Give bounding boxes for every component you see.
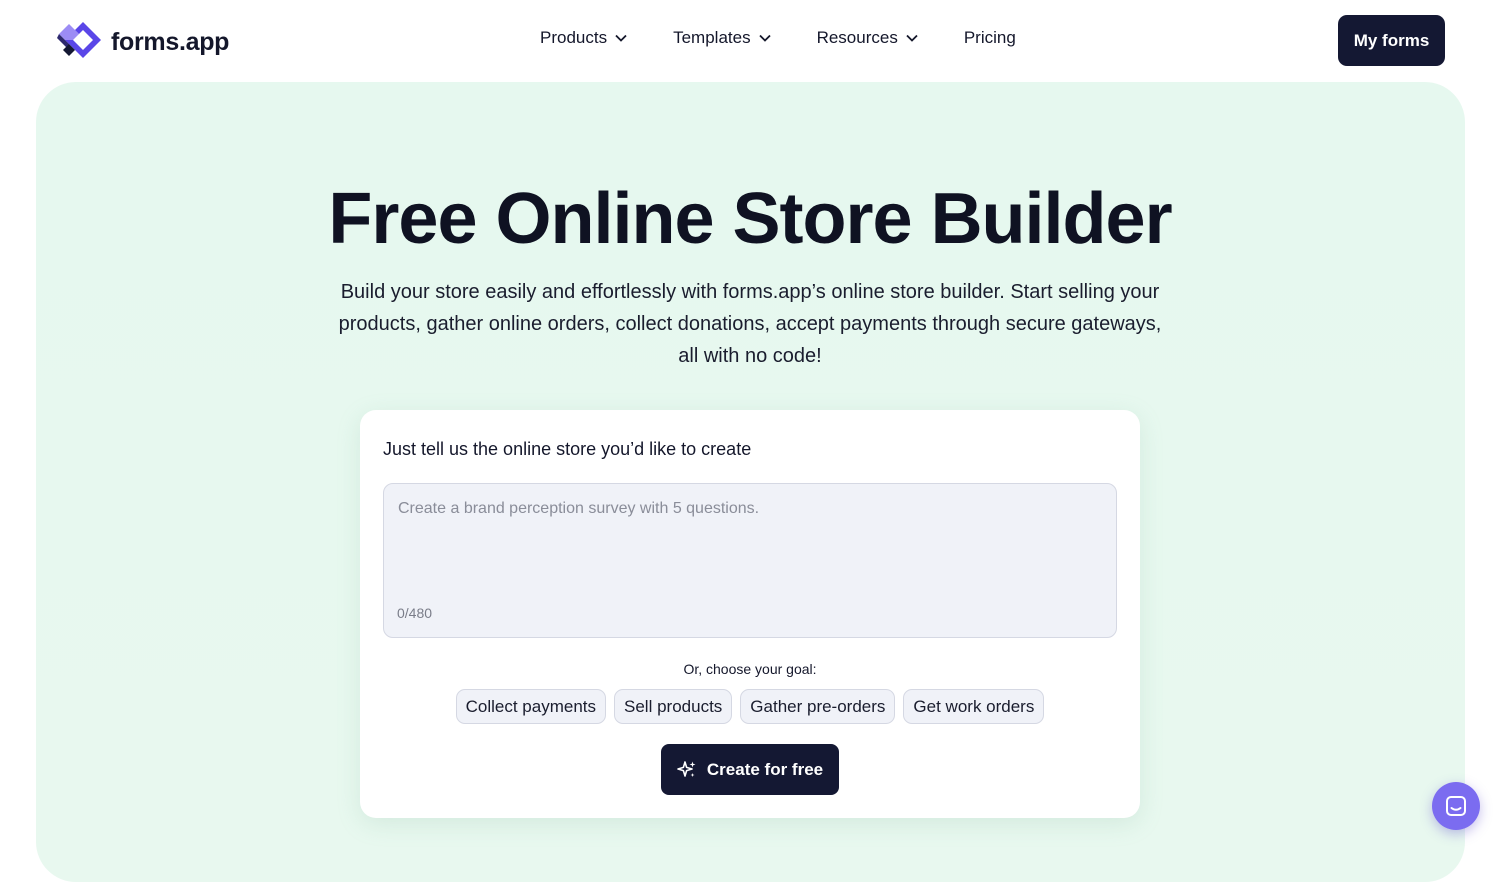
create-button-label: Create for free bbox=[706, 759, 824, 779]
chat-icon bbox=[1446, 796, 1466, 816]
goal-chips: Collect payments Sell products Gather pr… bbox=[360, 689, 1140, 724]
menu-item-label: Templates bbox=[673, 28, 751, 47]
logo-link[interactable]: forms.app bbox=[55, 20, 229, 65]
prompt-input[interactable] bbox=[398, 500, 1098, 580]
chevron-down-icon bbox=[758, 34, 771, 42]
menu-item-pricing[interactable]: Pricing bbox=[964, 28, 1016, 48]
sparkle-icon bbox=[677, 760, 696, 777]
menu-item-label: Products bbox=[540, 28, 608, 47]
generator-label: Just tell us the online store you’d like… bbox=[383, 439, 752, 459]
forms-app-logo-icon bbox=[55, 20, 103, 65]
top-navigation: forms.app Products Templates Resources P… bbox=[0, 0, 1500, 82]
page-subtitle: Build your store easily and effortlessly… bbox=[338, 281, 1162, 367]
chevron-down-icon bbox=[615, 34, 627, 42]
goal-chip-get-work-orders[interactable]: Get work orders bbox=[903, 689, 1045, 724]
goal-label: Or, choose your goal: bbox=[683, 661, 817, 677]
menu-item-label: Resources bbox=[816, 28, 898, 47]
goal-chip-gather-pre-orders[interactable]: Gather pre-orders bbox=[740, 689, 896, 724]
my-forms-button[interactable]: My forms bbox=[1338, 15, 1445, 66]
logo-text: forms.app bbox=[111, 28, 230, 56]
page-title: Free Online Store Builder bbox=[328, 179, 1172, 259]
menu-item-label: Pricing bbox=[963, 28, 1016, 47]
generator-card: Just tell us the online store you’d like… bbox=[360, 410, 1140, 818]
chevron-down-icon bbox=[906, 34, 918, 42]
create-for-free-button[interactable]: Create for free bbox=[661, 744, 839, 795]
goal-chip-collect-payments[interactable]: Collect payments bbox=[455, 689, 607, 724]
menu-item-resources[interactable]: Resources bbox=[817, 28, 918, 48]
prompt-box: 0/480 bbox=[383, 483, 1117, 638]
main-menu: Products Templates Resources Pricing bbox=[540, 28, 1016, 48]
char-counter: 0/480 bbox=[397, 605, 433, 621]
goal-chip-sell-products[interactable]: Sell products bbox=[614, 689, 733, 724]
menu-item-products[interactable]: Products bbox=[540, 28, 627, 48]
chat-launcher-button[interactable] bbox=[1432, 782, 1480, 830]
menu-item-templates[interactable]: Templates bbox=[673, 28, 771, 48]
